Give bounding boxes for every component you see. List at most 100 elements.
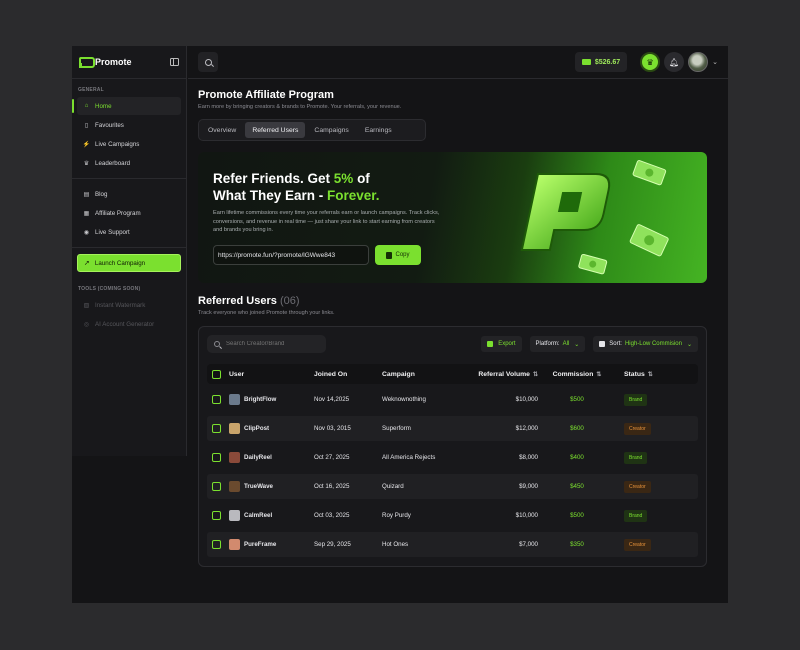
row-select-cell <box>207 482 229 491</box>
hero-title-percent: 5% <box>333 171 354 186</box>
commission-cell: $400 <box>570 454 584 461</box>
table-toolbar: Export Platform: All ⌄ Sort: High-Low Co… <box>207 335 698 353</box>
col-volume[interactable]: Referral Volume ⇅ <box>466 371 546 378</box>
bell-icon[interactable]: 🔔︎ <box>664 52 685 72</box>
sort-arrows-icon: ⇅ <box>647 371 653 378</box>
row-checkbox[interactable] <box>212 511 221 520</box>
tab-referred-users[interactable]: Referred Users <box>245 122 306 138</box>
main-content: Promote Affiliate Program Earn more by b… <box>198 89 708 567</box>
chevron-down-icon: ⌄ <box>574 341 580 348</box>
status-cell: Creator <box>608 480 678 493</box>
hero-description: Earn lifetime commissions every time you… <box>213 210 440 233</box>
sidebar-item-live-campaigns[interactable]: ⚡ Live Campaigns <box>77 135 181 153</box>
sort-icon <box>599 341 606 347</box>
chevron-down-icon: ⌄ <box>686 341 692 348</box>
referral-hero-banner: Refer Friends. Get 5% of What They Earn … <box>198 152 707 283</box>
rocket-icon: ➚ <box>84 260 90 267</box>
col-status[interactable]: Status ⇅ <box>608 371 678 378</box>
row-checkbox[interactable] <box>212 540 221 549</box>
select-all-checkbox[interactable] <box>212 369 221 379</box>
sort-dropdown[interactable]: Sort: High-Low Commision ⌄ <box>593 336 698 352</box>
copy-link-button[interactable]: Copy <box>375 245 421 265</box>
trophy-icon: ♛ <box>83 160 90 167</box>
commission-cell: $450 <box>570 483 584 490</box>
table-row[interactable]: DailyReel Oct 27, 2025 All America Rejects… <box>207 445 698 470</box>
divider <box>72 178 186 179</box>
user-cell[interactable]: TrueWave <box>229 481 314 492</box>
user-cell[interactable]: BrightFlow <box>229 394 314 405</box>
platform-dropdown[interactable]: Platform: All ⌄ <box>529 336 586 352</box>
commission-cell: $500 <box>570 512 584 519</box>
commission-cell: $350 <box>570 541 584 548</box>
user-cell[interactable]: CalmReel <box>229 510 314 521</box>
col-joined: Joined On <box>314 370 348 378</box>
table-row[interactable]: CalmReel Oct 03, 2025 Roy Purdy $10,000 $500… <box>207 503 698 528</box>
joined-cell: Sep 29, 2025 <box>314 541 351 548</box>
tab-overview[interactable]: Overview <box>201 122 243 138</box>
export-button[interactable]: Export <box>481 336 522 352</box>
tab-earnings[interactable]: Earnings <box>358 122 399 138</box>
campaign-cell: Hot Ones <box>382 541 409 548</box>
export-label: Export <box>498 341 516 347</box>
hero-title: Refer Friends. Get 5% of What They Earn … <box>213 170 413 204</box>
user-cell[interactable]: PureFrame <box>229 539 314 550</box>
row-checkbox[interactable] <box>212 453 221 462</box>
status-badge: Creator <box>624 538 651 551</box>
user-name: BrightFlow <box>244 396 277 403</box>
status-badge: Brand <box>624 451 648 464</box>
sort-arrows-icon: ⇅ <box>532 371 538 378</box>
table-row[interactable]: PureFrame Sep 29, 2025 Hot Ones $7,000 $350 C… <box>207 532 698 557</box>
hero-title-forever: Forever. <box>327 188 380 203</box>
sidebar-collapse-icon[interactable] <box>170 58 179 66</box>
sidebar-item-favourites[interactable]: ▯ Favourites <box>77 116 181 134</box>
volume-cell: $10,000 <box>515 396 538 403</box>
app-window: Promote GENERAL ⌂ Home ▯ Favourites ⚡ Live Ca… <box>72 46 728 603</box>
sidebar-item-ai-account-generator: ◎ AI Account Generator <box>77 315 181 333</box>
balance-pill[interactable]: $526.67 <box>574 52 628 72</box>
avatar[interactable] <box>688 52 709 72</box>
table-row[interactable]: TrueWave Oct 16, 2025 Quizard $9,000 $450 Cre… <box>207 474 698 499</box>
row-select-cell <box>207 453 229 462</box>
table-header: User Joined On Campaign Referral Volume ⇅… <box>207 364 698 384</box>
col-user: User <box>229 370 245 378</box>
col-commission[interactable]: Commission ⇅ <box>546 371 608 378</box>
sidebar-item-live-support[interactable]: ◉ Live Support <box>77 223 181 241</box>
status-badge: Brand <box>624 393 648 406</box>
volume-cell: $10,000 <box>515 512 538 519</box>
status-cell: Brand <box>608 451 678 464</box>
general-section-label: GENERAL <box>78 87 104 93</box>
table-row[interactable]: ClipPost Nov 03, 2015 Superform $12,000 $600… <box>207 416 698 441</box>
sidebar-item-home[interactable]: ⌂ Home <box>72 97 181 115</box>
sidebar-item-label: Instant Watermark <box>95 301 146 309</box>
sidebar-item-label: Home <box>95 102 112 110</box>
campaign-cell: Roy Purdy <box>382 512 411 519</box>
row-checkbox[interactable] <box>212 395 221 404</box>
promote-p-shape <box>520 173 611 251</box>
tab-campaigns[interactable]: Campaigns <box>307 122 355 138</box>
status-cell: Brand <box>608 509 678 522</box>
user-cell[interactable]: ClipPost <box>229 423 314 434</box>
sidebar-item-blog[interactable]: ▤ Blog <box>77 185 181 203</box>
status-badge: Creator <box>624 422 651 435</box>
col-volume-label: Referral Volume <box>478 370 530 378</box>
sidebar-item-leaderboard[interactable]: ♛ Leaderboard <box>77 154 181 172</box>
referral-link-field[interactable]: https://promote.fun/?promote/lGWwe843 <box>213 245 369 265</box>
user-avatar <box>229 394 240 405</box>
creator-search-input[interactable] <box>226 341 316 347</box>
launch-campaign-button[interactable]: ➚ Launch Campaign <box>77 254 181 272</box>
user-cell[interactable]: DailyReel <box>229 452 314 463</box>
logo-row: Promote <box>72 46 186 79</box>
referred-users-table-card: Export Platform: All ⌄ Sort: High-Low Co… <box>198 326 707 567</box>
table-row[interactable]: BrightFlow Nov 14,2025 Weknownothing $10,00… <box>207 387 698 412</box>
home-icon: ⌂ <box>84 103 89 109</box>
row-checkbox[interactable] <box>212 482 221 491</box>
creator-search-field[interactable] <box>207 335 326 353</box>
status-badge: Creator <box>624 480 651 493</box>
chevron-down-icon[interactable]: ⌄ <box>712 58 718 66</box>
global-search-button[interactable] <box>198 52 218 72</box>
crown-icon[interactable]: ♛ <box>640 52 661 72</box>
export-icon <box>487 341 494 347</box>
row-checkbox[interactable] <box>212 424 221 433</box>
tools-section-label: TOOLS (COMING SOON) <box>78 286 141 292</box>
sidebar-item-affiliate-program[interactable]: ▦ Affiliate Program <box>77 204 181 222</box>
